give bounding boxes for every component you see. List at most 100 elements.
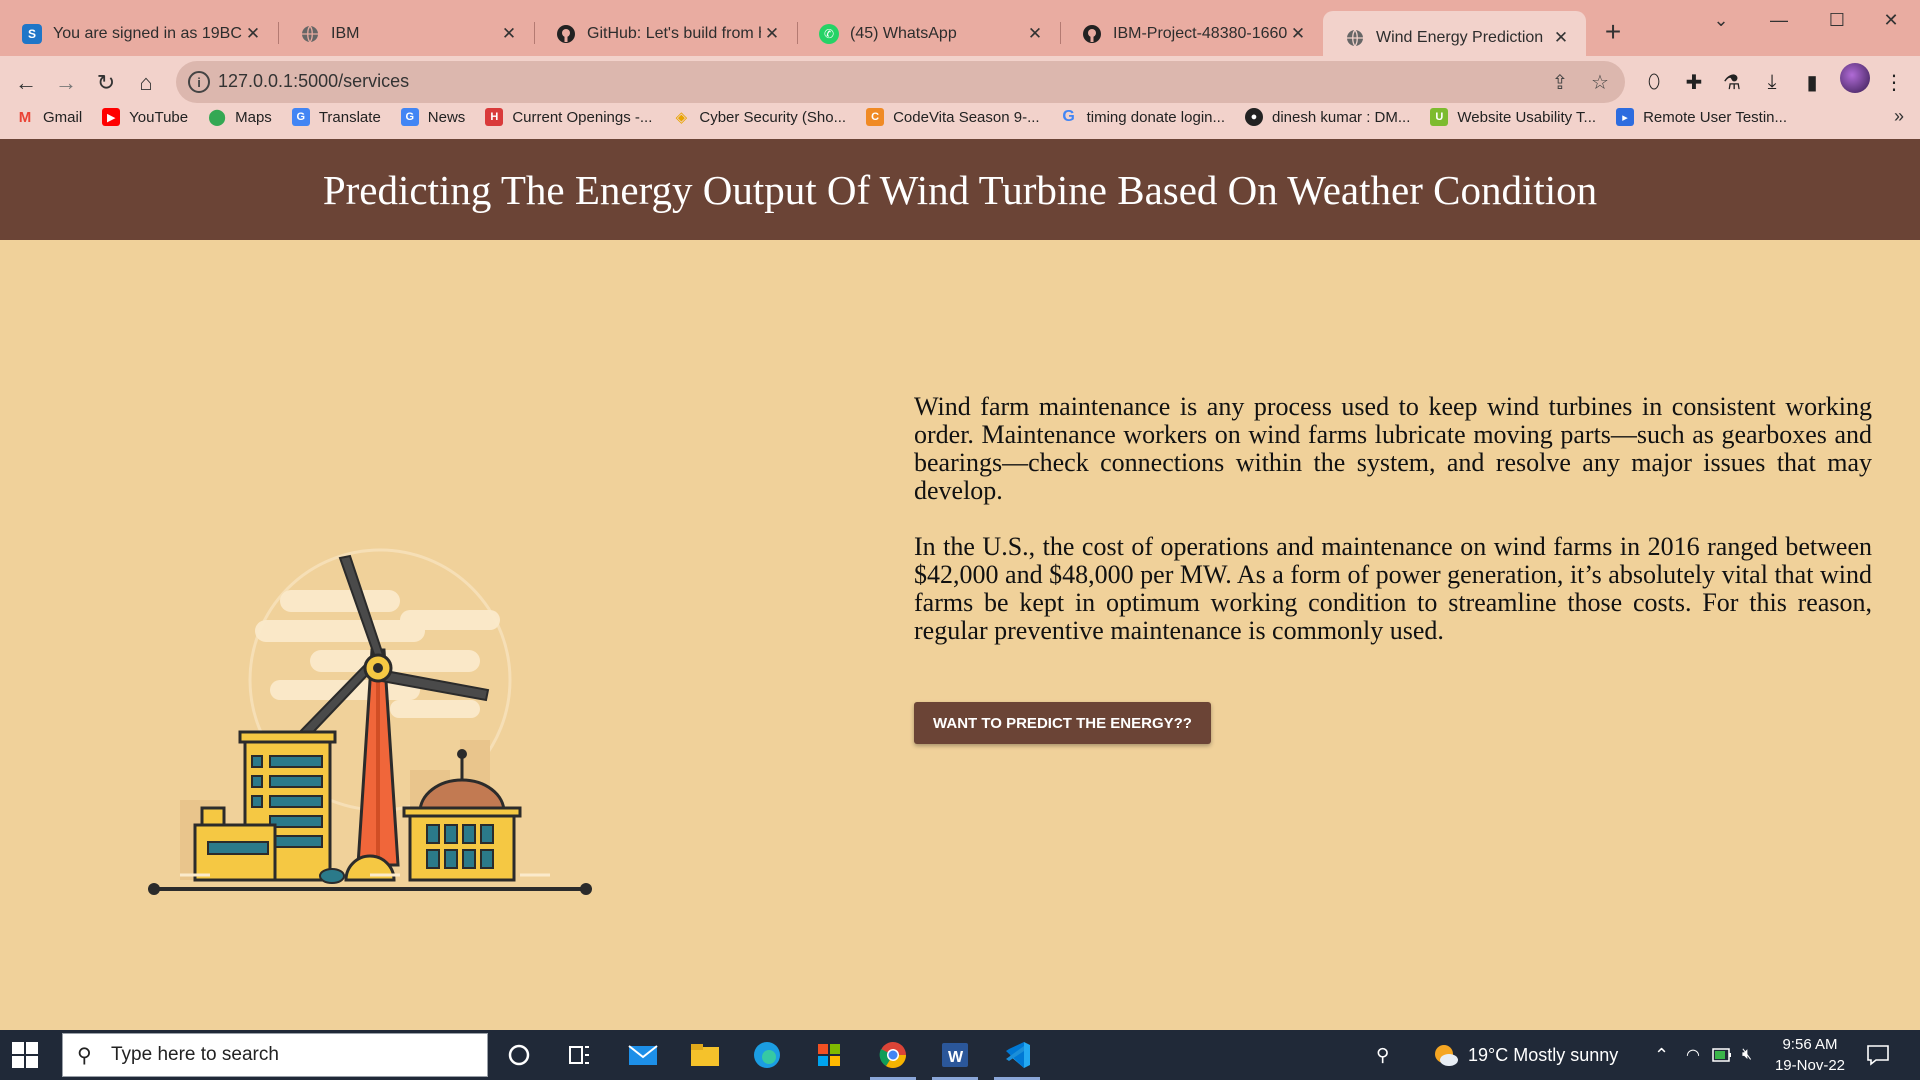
bookmark-dinesh-kumar[interactable]: ● dinesh kumar : DM...: [1245, 108, 1410, 126]
bookmark-label: Current Openings -...: [512, 108, 653, 126]
puzzle-extensions-icon[interactable]: ✚: [1678, 66, 1710, 98]
minimize-button[interactable]: —: [1750, 0, 1808, 40]
dm-icon: ●: [1245, 108, 1263, 126]
show-hidden-icons-chevron-icon[interactable]: ⌃: [1654, 1030, 1669, 1080]
whatsapp-icon: ✆: [819, 23, 839, 44]
bookmark-website-usability[interactable]: U Website Usability T...: [1430, 108, 1596, 126]
url-text[interactable]: 127.0.0.1:5000/services: [218, 71, 409, 92]
more-bookmarks-chevron-icon[interactable]: »: [1894, 106, 1904, 127]
clock-date: 19-Nov-22: [1774, 1057, 1846, 1074]
download-icon[interactable]: ⤓: [1756, 66, 1788, 98]
translate-icon: G: [291, 108, 310, 126]
browser-tab-2[interactable]: IBM ✕: [278, 11, 535, 56]
bookmark-news[interactable]: G News: [400, 108, 466, 126]
close-tab-icon[interactable]: ✕: [761, 23, 783, 45]
tab-label: IBM: [331, 24, 360, 42]
partly-sunny-icon: [1432, 1042, 1458, 1068]
globe-icon: [1345, 28, 1365, 48]
gmail-icon: M: [18, 108, 32, 126]
bookmark-star-icon[interactable]: ☆: [1588, 70, 1612, 94]
windows-start-icon[interactable]: [12, 1042, 38, 1068]
close-window-button[interactable]: ✕: [1862, 0, 1920, 40]
tab-search-chevron-icon[interactable]: ⌄: [1692, 0, 1750, 40]
battery-icon[interactable]: [1712, 1030, 1732, 1080]
close-tab-icon[interactable]: ✕: [1287, 23, 1309, 45]
reload-icon[interactable]: ↻: [89, 66, 123, 100]
wind-turbine-illustration: [140, 530, 600, 900]
news-icon: G: [400, 108, 419, 126]
bookmark-label: Website Usability T...: [1457, 108, 1597, 126]
forward-arrow-icon[interactable]: →: [49, 66, 83, 100]
bookmark-codevita[interactable]: C CodeVita Season 9-...: [866, 108, 1040, 126]
cortana-icon[interactable]: [502, 1038, 536, 1072]
shield-icon: ◈: [675, 109, 688, 126]
browser-tab-bar: S You are signed in as 19BCS ✕ IBM ✕ Git…: [0, 0, 1920, 64]
browser-tab-3[interactable]: GitHub: Let's build from her ✕: [534, 11, 798, 56]
bookmark-translate[interactable]: G Translate: [291, 108, 381, 126]
people-icon[interactable]: ⚲: [1376, 1030, 1389, 1080]
weather-widget[interactable]: 19°C Mostly sunny: [1432, 1030, 1618, 1080]
new-tab-button[interactable]: +: [1597, 16, 1629, 48]
tab-label: GitHub: Let's build from her: [587, 24, 761, 42]
labs-flask-icon[interactable]: ⚗: [1716, 66, 1748, 98]
menu-kebab-icon[interactable]: ⋮: [1878, 66, 1910, 98]
word-icon[interactable]: W: [932, 1038, 978, 1080]
browser-tab-1[interactable]: S You are signed in as 19BCS ✕: [0, 11, 279, 56]
wifi-icon[interactable]: ◠: [1686, 1030, 1700, 1080]
globe-icon: [300, 24, 320, 44]
taskbar-search-input[interactable]: ⚲ Type here to search: [62, 1033, 488, 1077]
youtube-icon: ▶: [102, 108, 121, 126]
back-arrow-icon[interactable]: ←: [9, 66, 43, 100]
task-view-icon[interactable]: [562, 1038, 596, 1072]
close-tab-icon[interactable]: ✕: [1024, 23, 1046, 45]
weather-text: 19°C Mostly sunny: [1468, 1044, 1619, 1065]
notification-center-icon[interactable]: [1866, 1030, 1890, 1080]
bookmark-label: Cyber Security (Sho...: [699, 108, 847, 126]
site-info-icon[interactable]: i: [188, 71, 210, 93]
browser-tab-5[interactable]: IBM-Project-48380-166080 ✕: [1060, 11, 1323, 56]
browser-tab-4[interactable]: ✆ (45) WhatsApp ✕: [797, 11, 1061, 56]
bookmark-label: timing donate login...: [1086, 108, 1225, 126]
bookmark-label: Remote User Testin...: [1643, 108, 1788, 126]
maximize-button[interactable]: ☐: [1808, 0, 1866, 40]
bookmark-cyber-security[interactable]: ◈ Cyber Security (Sho...: [672, 108, 847, 127]
bookmark-label: dinesh kumar : DM...: [1272, 108, 1411, 126]
bookmark-label: Translate: [318, 108, 381, 126]
bookmarks-bar: M Gmail ▶ YouTube ⬤ Maps G Translate G News H…: [0, 100, 1920, 134]
address-bar[interactable]: i 127.0.0.1:5000/services ⇪ ☆: [176, 61, 1625, 103]
paragraph-maintenance: Wind farm maintenance is any process use…: [914, 392, 1872, 505]
mail-icon[interactable]: [626, 1038, 660, 1072]
github-icon: [556, 24, 576, 44]
predict-energy-button[interactable]: WANT TO PREDICT THE ENERGY??: [914, 702, 1211, 744]
bookmark-current-openings[interactable]: H Current Openings -...: [485, 108, 652, 126]
remote-icon: ▸: [1616, 108, 1635, 126]
codevita-icon: C: [866, 108, 885, 126]
paragraph-costs: In the U.S., the cost of operations and …: [914, 532, 1872, 645]
bookmark-youtube[interactable]: ▶ YouTube: [102, 108, 188, 126]
bookmark-maps[interactable]: ⬤ Maps: [208, 108, 272, 127]
volume-muted-icon[interactable]: 🔇︎: [1742, 1030, 1752, 1080]
bookmark-remote-user-testing[interactable]: ▸ Remote User Testin...: [1616, 108, 1787, 126]
extension-icon[interactable]: ⬯: [1638, 66, 1670, 98]
tab-label: IBM-Project-48380-166080: [1113, 24, 1287, 42]
chrome-beta-icon[interactable]: [870, 1038, 916, 1080]
taskbar-clock[interactable]: 9:56 AM 19-Nov-22: [1770, 1034, 1850, 1076]
share-icon[interactable]: ⇪: [1548, 70, 1572, 94]
profile-avatar[interactable]: [1840, 63, 1870, 93]
close-tab-icon[interactable]: ✕: [1550, 27, 1572, 49]
edge-icon[interactable]: [750, 1038, 784, 1072]
maps-pin-icon: ⬤: [208, 109, 227, 126]
bookmark-gmail[interactable]: M Gmail: [16, 108, 82, 126]
bookmark-timing-donate[interactable]: Gtiming donate login...: [1060, 108, 1225, 126]
close-tab-icon[interactable]: ✕: [498, 23, 520, 45]
side-panel-icon[interactable]: ▮: [1796, 66, 1828, 98]
vscode-icon[interactable]: [994, 1038, 1040, 1080]
clock-time: 9:56 AM: [1782, 1036, 1838, 1053]
google-icon: G: [1062, 108, 1075, 125]
services-description: Wind farm maintenance is any process use…: [914, 393, 1872, 673]
home-icon[interactable]: ⌂: [129, 66, 163, 100]
close-tab-icon[interactable]: ✕: [242, 23, 264, 45]
bookmark-label: News: [427, 108, 466, 126]
microsoft-store-icon[interactable]: [812, 1038, 846, 1072]
file-explorer-icon[interactable]: [688, 1038, 722, 1072]
